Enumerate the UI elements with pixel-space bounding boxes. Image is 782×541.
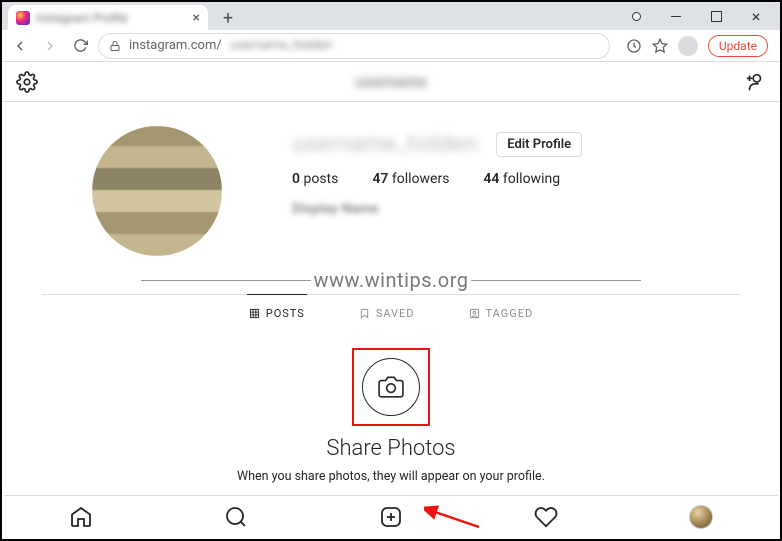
update-button[interactable]: Update	[708, 35, 768, 57]
browser-tab-active[interactable]: Instagram Profile ×	[8, 5, 208, 31]
empty-state: Share Photos When you share photos, they…	[2, 330, 780, 519]
url-host: instagram.com/	[129, 38, 222, 53]
profile-username-obscured: username_hidden	[292, 132, 478, 157]
browser-toolbar: instagram.com/username_hidden Update	[2, 30, 780, 62]
stat-followers[interactable]: 47 followers	[372, 171, 449, 187]
tab-tagged[interactable]: TAGGED	[467, 294, 536, 330]
browser-profile-avatar[interactable]	[678, 36, 698, 56]
new-tab-button[interactable]: +	[216, 6, 240, 30]
send-to-devices-icon[interactable]	[626, 38, 642, 54]
bottom-nav	[4, 495, 778, 537]
profile-display-name-obscured: Display Name	[292, 201, 720, 217]
stat-posts: 0 posts	[292, 171, 338, 187]
camera-icon	[362, 358, 420, 416]
window-maximize-icon[interactable]	[696, 2, 736, 30]
nav-activity-icon[interactable]	[533, 504, 559, 530]
watermark: www.wintips.org	[2, 268, 780, 292]
address-bar[interactable]: instagram.com/username_hidden	[98, 33, 610, 59]
back-button[interactable]	[8, 34, 32, 58]
profile-picture[interactable]	[92, 126, 222, 256]
nav-home-icon[interactable]	[68, 504, 94, 530]
settings-gear-icon[interactable]	[16, 71, 38, 93]
reload-button[interactable]	[68, 34, 92, 58]
empty-subtitle: When you share photos, they will appear …	[2, 469, 780, 484]
tab-saved[interactable]: SAVED	[357, 294, 417, 330]
camera-icon-highlight-box	[352, 348, 430, 426]
tab-strip: Instagram Profile × + ×	[2, 2, 780, 30]
tab-title: Instagram Profile	[36, 11, 127, 25]
nav-search-icon[interactable]	[223, 504, 249, 530]
profile-stats: 0 posts 47 followers 44 following	[292, 171, 720, 187]
close-tab-icon[interactable]: ×	[193, 10, 200, 26]
browser-account-icon[interactable]	[616, 2, 656, 30]
window-close-icon[interactable]: ×	[736, 2, 776, 30]
instagram-top-bar: username	[2, 62, 780, 102]
bookmark-star-icon[interactable]	[652, 38, 668, 54]
instagram-favicon-icon	[16, 11, 30, 25]
window-minimize-icon[interactable]	[656, 2, 696, 30]
profile-tabs: POSTS SAVED TAGGED	[42, 294, 740, 330]
lock-icon	[109, 40, 121, 52]
discover-people-icon[interactable]	[744, 71, 766, 93]
nav-profile-avatar[interactable]	[688, 504, 714, 530]
window-controls: ×	[616, 2, 776, 30]
browser-chrome: Instagram Profile × + ×	[2, 2, 780, 62]
stat-following[interactable]: 44 following	[483, 171, 560, 187]
nav-new-post-icon[interactable]	[378, 504, 404, 530]
profile-header: username_hidden Edit Profile 0 posts 47 …	[2, 102, 780, 264]
profile-info: username_hidden Edit Profile 0 posts 47 …	[292, 126, 720, 217]
edit-profile-button[interactable]: Edit Profile	[496, 132, 582, 157]
page-title-obscured: username	[355, 72, 427, 91]
forward-button[interactable]	[38, 34, 62, 58]
tab-posts[interactable]: POSTS	[247, 294, 307, 330]
empty-title: Share Photos	[2, 436, 780, 461]
url-path-obscured: username_hidden	[230, 38, 333, 53]
